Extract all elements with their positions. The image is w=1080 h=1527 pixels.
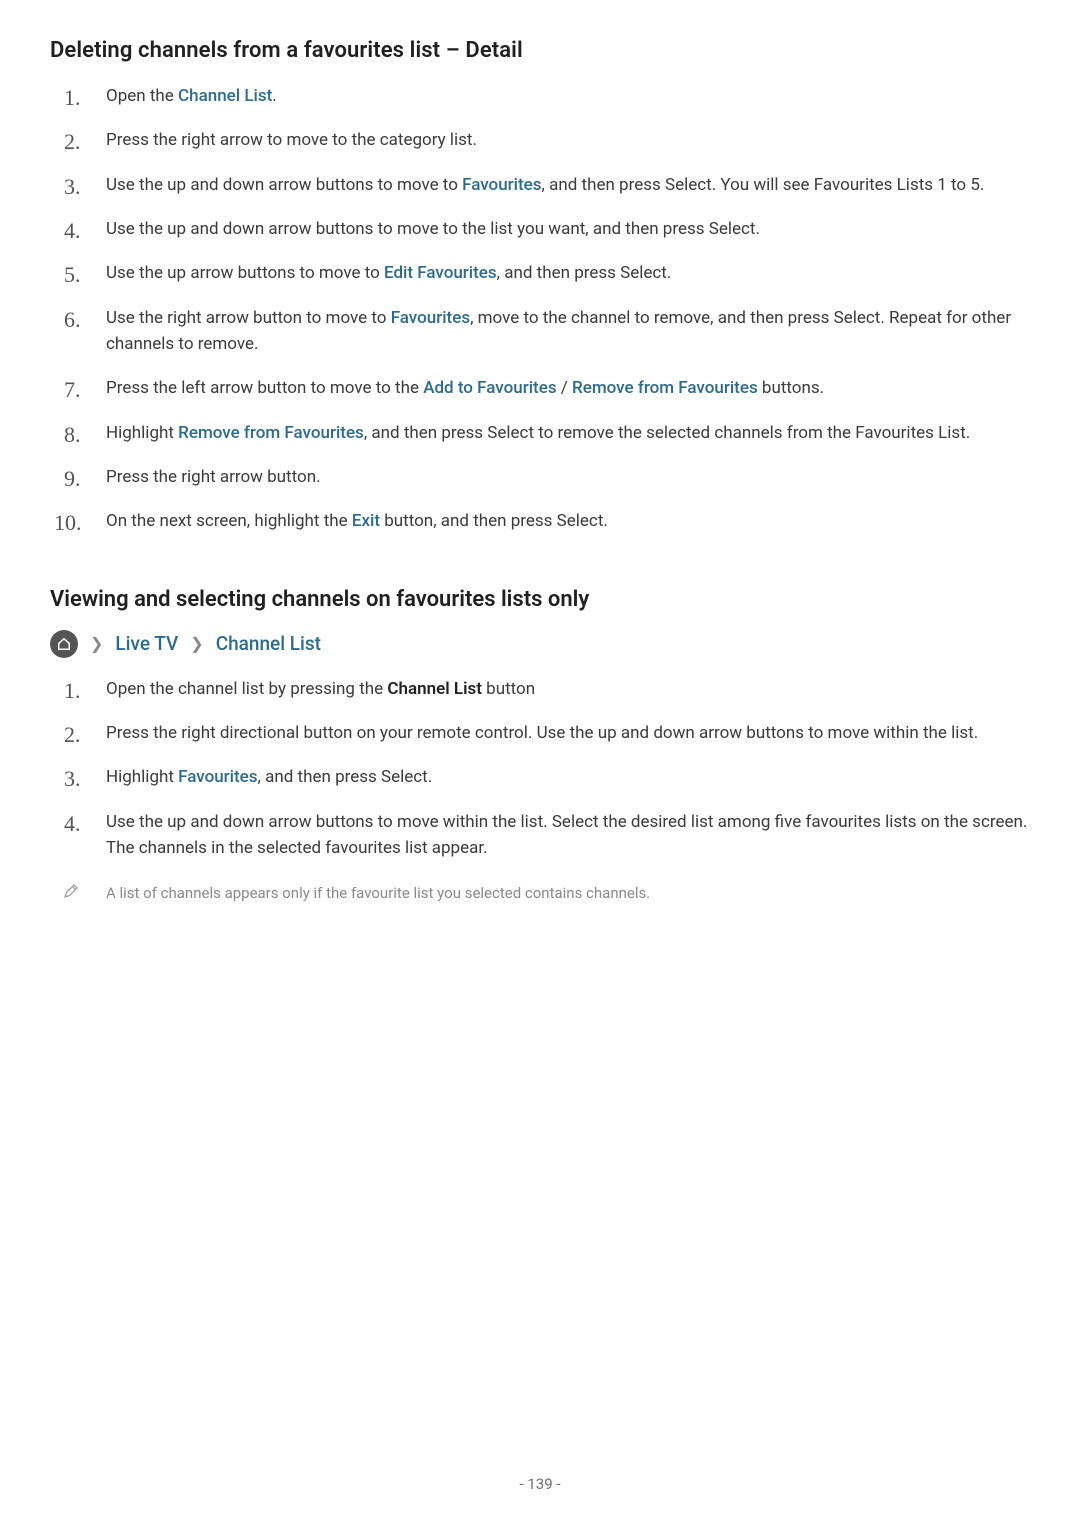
chevron-right-icon: ❯ <box>90 634 103 653</box>
step-text: Highlight <box>106 423 178 443</box>
step-text: / <box>557 378 572 398</box>
step-text: On the next screen, highlight the <box>106 511 352 531</box>
pencil-icon <box>62 882 80 900</box>
step-item: Use the right arrow button to move to Fa… <box>50 305 1030 376</box>
step-text: Use the up arrow buttons to move to <box>106 263 384 283</box>
note: A list of channels appears only if the f… <box>50 882 1030 905</box>
step-text: button, and then press Select. <box>380 511 608 531</box>
step-text: Press the right arrow to move to the cat… <box>106 130 477 150</box>
step-item: Highlight Remove from Favourites, and th… <box>50 420 1030 464</box>
menu-link: Favourites <box>391 308 470 328</box>
menu-path: ❯ Live TV ❯ Channel List <box>50 630 1030 658</box>
menu-path-item: Live TV <box>115 632 178 655</box>
menu-link: Remove from Favourites <box>572 378 758 398</box>
page-number: - 139 - <box>0 1475 1080 1493</box>
step-text: button <box>482 679 535 699</box>
menu-link: Edit Favourites <box>384 263 497 283</box>
step-text: , and then press Select. <box>497 263 672 283</box>
step-text: , and then press Select. <box>258 767 433 787</box>
step-item: Press the right arrow to move to the cat… <box>50 127 1030 171</box>
menu-link: Channel List <box>178 86 272 106</box>
note-text: A list of channels appears only if the f… <box>106 884 650 902</box>
home-icon <box>50 630 78 658</box>
menu-path-item: Channel List <box>216 632 321 655</box>
step-item: Use the up and down arrow buttons to mov… <box>50 172 1030 216</box>
step-text: , and then press Select to remove the se… <box>364 423 970 443</box>
step-text: Use the up and down arrow buttons to mov… <box>106 175 462 195</box>
step-text: Press the left arrow button to move to t… <box>106 378 423 398</box>
step-text: , and then press Select. You will see Fa… <box>542 175 985 195</box>
step-text: Open the channel list by pressing the <box>106 679 387 699</box>
step-item: Use the up arrow buttons to move to Edit… <box>50 260 1030 304</box>
step-text: Use the right arrow button to move to <box>106 308 391 328</box>
steps-list-view: Open the channel list by pressing the Ch… <box>50 676 1030 880</box>
step-item: On the next screen, highlight the Exit b… <box>50 508 1030 552</box>
step-item: Press the right arrow button. <box>50 464 1030 508</box>
step-text: Use the up and down arrow buttons to mov… <box>106 219 760 239</box>
step-item: Open the channel list by pressing the Ch… <box>50 676 1030 720</box>
step-item: Press the right directional button on yo… <box>50 720 1030 764</box>
step-item: Open the Channel List. <box>50 83 1030 127</box>
step-text: Open the <box>106 86 178 106</box>
menu-link: Exit <box>352 511 380 531</box>
section-heading-delete: Deleting channels from a favourites list… <box>50 38 1030 63</box>
steps-list-delete: Open the Channel List. Press the right a… <box>50 83 1030 553</box>
menu-link: Favourites <box>462 175 541 195</box>
menu-link: Favourites <box>178 767 257 787</box>
section-heading-view: Viewing and selecting channels on favour… <box>50 587 1030 612</box>
step-text: Use the up and down arrow buttons to mov… <box>106 812 1027 858</box>
step-text: Highlight <box>106 767 178 787</box>
step-text: buttons. <box>758 378 824 398</box>
menu-link: Add to Favourites <box>423 378 556 398</box>
step-item: Highlight Favourites, and then press Sel… <box>50 764 1030 808</box>
step-text: . <box>272 86 276 106</box>
bold-text: Channel List <box>387 679 482 699</box>
step-item: Press the left arrow button to move to t… <box>50 375 1030 419</box>
chevron-right-icon: ❯ <box>190 634 203 653</box>
menu-link: Remove from Favourites <box>178 423 364 443</box>
step-text: Press the right arrow button. <box>106 467 321 487</box>
document-page: Deleting channels from a favourites list… <box>0 0 1080 1527</box>
step-item: Use the up and down arrow buttons to mov… <box>50 809 1030 880</box>
step-text: Press the right directional button on yo… <box>106 723 978 743</box>
step-item: Use the up and down arrow buttons to mov… <box>50 216 1030 260</box>
